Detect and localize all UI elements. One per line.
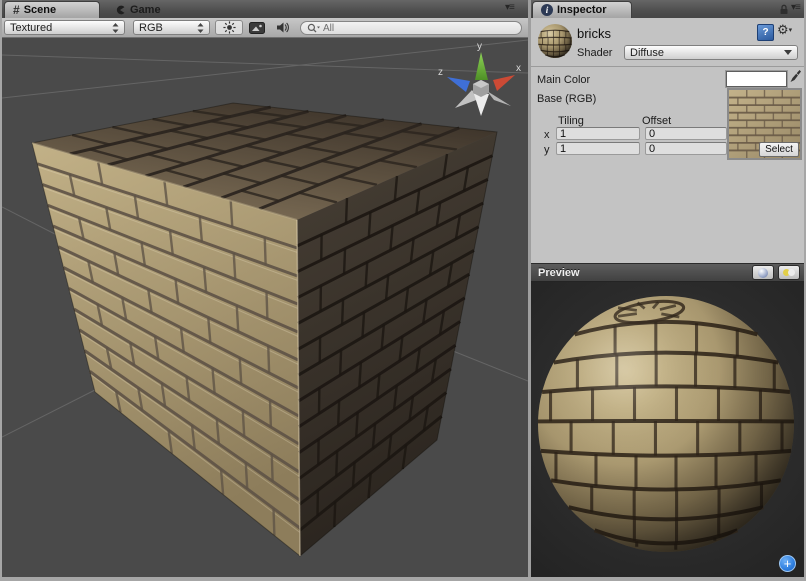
color-mode-value: RGB <box>139 22 197 34</box>
unity-editor-window: # Scene Game ▾≡ Textured RGB <box>0 0 806 581</box>
tab-inspector-label: Inspector <box>557 4 607 16</box>
preview-sphere-button[interactable] <box>752 265 774 280</box>
inspector-panel: i Inspector ▾≡ bricks Shader Diffuse ? ⚙… <box>531 0 804 577</box>
chevron-down-icon <box>784 50 792 55</box>
audio-toggle-button[interactable] <box>271 20 295 35</box>
scene-panel: # Scene Game ▾≡ Textured RGB <box>2 0 528 577</box>
tab-inspector[interactable]: i Inspector <box>532 1 632 18</box>
shader-dropdown[interactable]: Diffuse <box>624 45 798 60</box>
speaker-icon <box>276 21 290 34</box>
sphere-icon <box>758 268 768 278</box>
material-preview-thumbnail <box>536 22 574 60</box>
draw-mode-value: Textured <box>10 22 112 34</box>
draw-mode-dropdown[interactable]: Textured <box>4 20 125 35</box>
gizmo-z-axis[interactable]: z <box>438 67 443 78</box>
tiling-y-field[interactable] <box>556 142 640 155</box>
axis-y-label: y <box>544 144 550 156</box>
scene-tabstrip: # Scene Game ▾≡ <box>2 0 528 19</box>
gizmo-y-axis[interactable]: y <box>477 41 482 52</box>
material-name: bricks <box>577 26 611 41</box>
window-frame <box>0 0 2 581</box>
divider <box>531 66 804 67</box>
preview-title: Preview <box>538 267 752 279</box>
window-frame <box>0 577 806 581</box>
select-texture-button[interactable]: Select <box>759 142 799 157</box>
preview-header: Preview <box>531 263 804 282</box>
image-toggle-button[interactable] <box>245 20 269 35</box>
help-button[interactable]: ? <box>757 24 774 41</box>
white-light-icon <box>788 269 795 276</box>
tab-scene-label: Scene <box>24 4 56 16</box>
lock-icon[interactable] <box>779 4 789 15</box>
tiling-header: Tiling <box>558 115 584 127</box>
inspector-tabstrip: i Inspector ▾≡ <box>531 0 804 19</box>
eyedropper-button[interactable] <box>788 69 802 86</box>
lighting-toggle-button[interactable] <box>215 20 243 35</box>
material-preview-area[interactable]: + <box>531 282 804 577</box>
offset-y-field[interactable] <box>645 142 727 155</box>
main-color-swatch[interactable] <box>726 71 787 87</box>
texture-slot[interactable]: Select <box>727 88 802 160</box>
tiling-x-field[interactable] <box>556 127 640 140</box>
scene-grid-icon: # <box>13 5 20 15</box>
shader-label: Shader <box>577 47 612 59</box>
inspector-body: bricks Shader Diffuse ? ⚙▾ Main Color Ba… <box>531 18 804 263</box>
scene-viewport[interactable]: y x z <box>2 38 528 577</box>
main-color-label: Main Color <box>537 74 590 86</box>
shader-value: Diffuse <box>630 47 784 59</box>
base-map-label: Base (RGB) <box>537 93 596 105</box>
offset-x-field[interactable] <box>645 127 727 140</box>
tab-game-label: Game <box>130 4 161 16</box>
search-icon <box>307 23 320 34</box>
info-icon: i <box>541 4 553 16</box>
image-icon <box>249 22 265 34</box>
scene-canvas: y x z <box>2 38 528 577</box>
color-mode-dropdown[interactable]: RGB <box>133 20 210 35</box>
scene-panel-menu-icon[interactable]: ▾≡ <box>505 2 514 13</box>
search-value: All <box>323 23 334 34</box>
scene-toolbar: Textured RGB <box>2 18 528 38</box>
updown-arrows-icon <box>112 23 119 33</box>
panel-divider[interactable] <box>528 0 531 577</box>
search-field[interactable]: All <box>300 21 522 35</box>
tab-game[interactable]: Game <box>106 1 176 18</box>
preview-sphere-canvas <box>531 282 804 577</box>
add-button[interactable]: + <box>779 555 796 572</box>
settings-button[interactable]: ⚙▾ <box>777 22 792 38</box>
game-icon <box>114 4 126 16</box>
axis-x-label: x <box>544 129 550 141</box>
offset-header: Offset <box>642 115 671 127</box>
preview-lighting-button[interactable] <box>778 265 800 280</box>
tab-scene[interactable]: # Scene <box>4 1 100 18</box>
updown-arrows-icon <box>197 23 204 33</box>
gizmo-x-axis[interactable]: x <box>516 63 521 74</box>
sun-icon <box>223 21 236 34</box>
inspector-panel-menu-icon[interactable]: ▾≡ <box>791 2 800 13</box>
